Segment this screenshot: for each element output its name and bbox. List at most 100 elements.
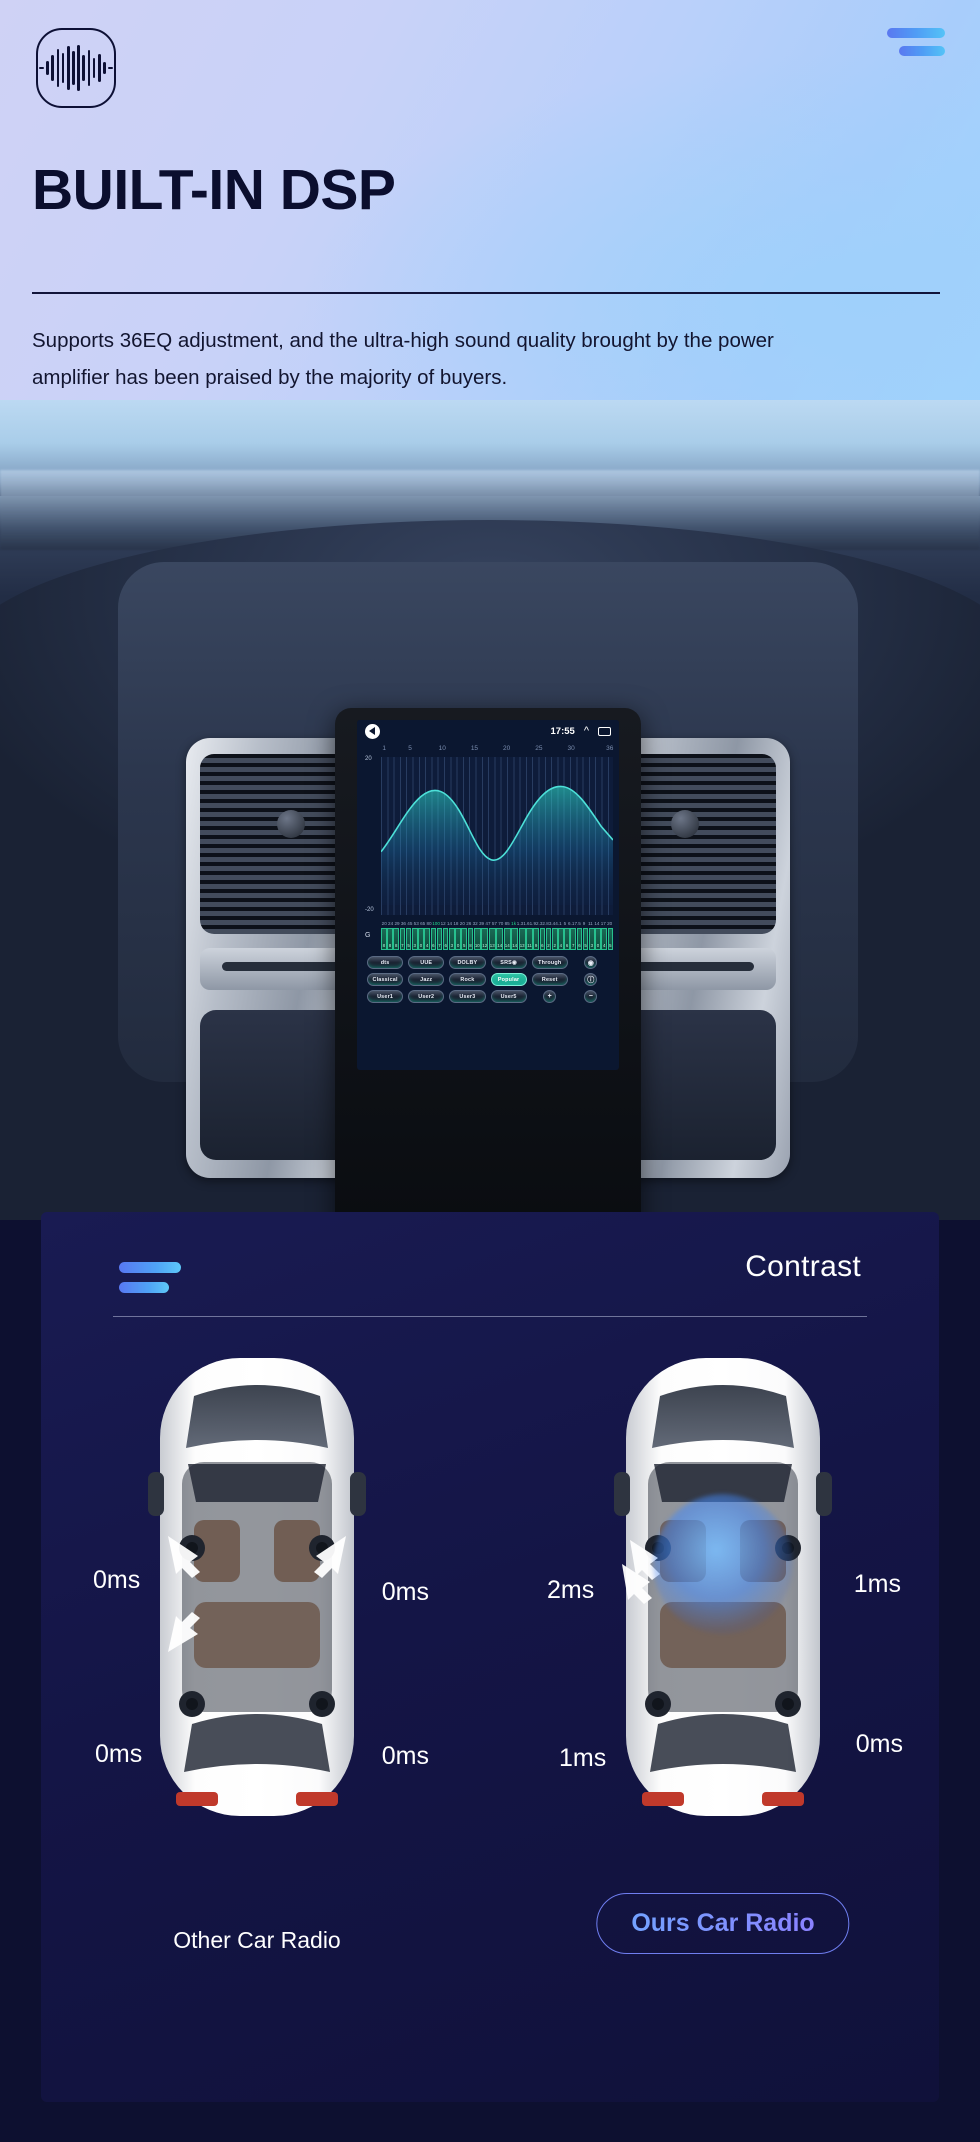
preset-button-user1[interactable]: User1	[367, 990, 404, 1003]
plus-icon[interactable]: +	[543, 990, 557, 1003]
eq-gain-slider[interactable]: 8	[381, 928, 387, 950]
eq-gain-slider[interactable]: 3	[449, 928, 455, 950]
contrast-title: Contrast	[745, 1250, 861, 1283]
eq-frequency-label: 100	[432, 921, 440, 926]
preset-button-through[interactable]: Through	[531, 956, 568, 969]
menu-bars-icon-contrast[interactable]	[119, 1262, 181, 1293]
eq-gain-slider[interactable]: 14	[496, 928, 504, 950]
battery-icon	[598, 726, 611, 736]
sound-stage-halo	[653, 1494, 793, 1634]
eq-gain-slider[interactable]: 11	[526, 928, 533, 950]
status-bar: 17:55 ^	[357, 720, 619, 742]
eq-x-tick: 5	[408, 745, 412, 752]
eq-gain-slider[interactable]: 13	[488, 928, 496, 950]
eq-gain-slider[interactable]: 4	[601, 928, 608, 950]
eq-x-tick: 20	[503, 745, 511, 752]
eq-graph-area: 1 5 10 15 20 25 30 36 20 -20	[357, 742, 619, 917]
eq-y-min: -20	[365, 907, 374, 913]
eq-gain-slider[interactable]: 0	[455, 928, 461, 950]
eq-gain-slider[interactable]: 10	[473, 928, 481, 950]
eq-gain-slider[interactable]: 4	[424, 928, 430, 950]
eq-gain-slider[interactable]: 8	[387, 928, 393, 950]
eq-x-axis: 1 5 10 15 20 25 30 36	[381, 745, 613, 756]
menu-bar-bottom	[899, 46, 945, 56]
delay-front-right-other: 0ms	[381, 1578, 429, 1606]
preset-button-uue[interactable]: UUE	[408, 956, 445, 969]
eq-gain-slider[interactable]: 5	[405, 928, 412, 950]
minus-icon[interactable]: −	[584, 990, 598, 1003]
vent-knob-left	[277, 810, 305, 838]
eq-gain-slider[interactable]: 7	[436, 928, 443, 950]
eq-gain-slider[interactable]: 14	[511, 928, 519, 950]
eq-gain-slider[interactable]: 6	[539, 928, 546, 950]
speaker-icon[interactable]: ◉	[584, 956, 598, 969]
preset-button-srs[interactable]: SRS◉	[490, 956, 527, 969]
eq-gain-slider[interactable]: 6	[442, 928, 449, 950]
eq-gain-slider[interactable]: 9	[533, 928, 539, 950]
delay-rear-right-other: 0ms	[381, 1742, 429, 1770]
preset-button-user2[interactable]: User2	[408, 990, 445, 1003]
eq-gain-slider[interactable]: 7	[570, 928, 577, 950]
eq-gain-slider[interactable]: 7	[399, 928, 406, 950]
car-diagram-other: 0ms 0ms 0ms 0ms Other Car Radio	[93, 1352, 429, 1972]
eq-x-tick: 30	[567, 745, 575, 752]
eq-gain-slider[interactable]: 13	[518, 928, 526, 950]
eq-gain-slider[interactable]: 2	[545, 928, 552, 950]
eq-gain-slider[interactable]: 6	[430, 928, 437, 950]
eq-gain-slider[interactable]: 5	[582, 928, 589, 950]
car-diagram-ours: 2ms 1ms 1ms 0ms Ours Car Radio	[547, 1352, 903, 1972]
eq-gain-slider[interactable]: 14	[503, 928, 511, 950]
menu-bar-top-contrast	[119, 1262, 181, 1273]
eq-gain-slider[interactable]: 6	[576, 928, 583, 950]
chevron-up-icon[interactable]: ^	[584, 725, 589, 737]
menu-bar-top	[887, 28, 945, 38]
preset-button-jazz[interactable]: Jazz	[408, 973, 445, 986]
delay-front-left-ours: 2ms	[547, 1576, 595, 1604]
eq-x-tick: 10	[438, 745, 446, 752]
eq-gain-slider[interactable]: 8	[393, 928, 399, 950]
menu-bars-icon[interactable]	[887, 28, 945, 56]
eq-gain-slider[interactable]: 12	[481, 928, 489, 950]
eq-curve-plot[interactable]	[381, 757, 613, 915]
eq-frequency-labels: 20 24 29 36 45 53 65 80 100 12 14 18 20 26 32 39 47 57 70 8…	[381, 919, 613, 928]
vent-knob-right	[671, 810, 699, 838]
eq-gain-slider[interactable]: 6	[564, 928, 570, 950]
preset-button-dolby[interactable]: DOLBY	[449, 956, 486, 969]
dsp-preset-grid: dts UUE DOLBY SRS◉ Through ◉ Classical Jazz Rock…	[367, 956, 609, 1003]
head-unit-bezel: 17:55 ^ 1 5 10 15 20 25 30 36 20 -20 20 …	[335, 708, 641, 1220]
eq-gain-slider[interactable]: 0	[595, 928, 601, 950]
eq-gain-slider[interactable]: 0	[418, 928, 424, 950]
eq-curve-svg	[381, 785, 613, 906]
preset-button-reset[interactable]: Reset	[531, 973, 568, 986]
eq-gain-slider[interactable]: 5	[461, 928, 468, 950]
caption-other-radio: Other Car Radio	[173, 1927, 341, 1953]
preset-button-classical[interactable]: Classical	[367, 973, 404, 986]
eq-gain-label: G	[365, 932, 371, 939]
page-title: BUILT-IN DSP	[32, 158, 396, 222]
back-arrow-icon[interactable]	[365, 723, 380, 739]
header-divider	[32, 292, 940, 294]
eq-frequency-label: 20	[607, 921, 613, 926]
eq-gain-slider[interactable]: 4	[558, 928, 564, 950]
preset-button-user3[interactable]: User3	[449, 990, 486, 1003]
eq-gain-slider[interactable]: 5	[607, 928, 614, 950]
contrast-divider	[113, 1316, 867, 1318]
eq-gain-slider[interactable]: 8	[467, 928, 474, 950]
eq-gain-slider[interactable]: 3	[589, 928, 595, 950]
eq-gain-sliders[interactable]: 8 8 8 7 5 3 0 4 6 7 6 3 0 5 8 10 12 13 14 14 14 13 11 9 6 2 2 4 6 7 6 5…	[381, 928, 614, 950]
preset-button-popular[interactable]: Popular	[490, 973, 527, 986]
preset-button-user5[interactable]: User5	[490, 990, 527, 1003]
info-icon[interactable]: ⓘ	[584, 973, 598, 986]
preset-button-rock[interactable]: Rock	[449, 973, 486, 986]
menu-bar-bottom-contrast	[119, 1282, 169, 1293]
page-description: Supports 36EQ adjustment, and the ultra-…	[32, 329, 774, 390]
dsp-screen[interactable]: 17:55 ^ 1 5 10 15 20 25 30 36 20 -20 20 …	[357, 720, 619, 1070]
delay-front-right-ours: 1ms	[853, 1570, 901, 1598]
delay-front-left-other: 0ms	[93, 1566, 141, 1594]
eq-gain-slider[interactable]: 2	[551, 928, 558, 950]
header-section: BUILT-IN DSP Supports 36EQ adjustment, a…	[0, 0, 980, 430]
preset-button-dts[interactable]: dts	[367, 956, 404, 969]
center-console: 17:55 ^ 1 5 10 15 20 25 30 36 20 -20 20 …	[118, 562, 858, 1220]
caption-ours-radio[interactable]: Ours Car Radio	[596, 1893, 850, 1954]
eq-gain-slider[interactable]: 3	[411, 928, 418, 950]
